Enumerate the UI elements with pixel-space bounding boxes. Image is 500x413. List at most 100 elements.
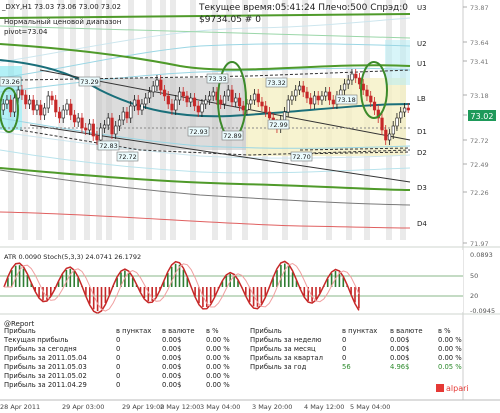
report-cell: 0	[116, 345, 120, 353]
level-label-d3: D3	[417, 184, 427, 192]
report-header-cell: в %	[206, 327, 219, 335]
candle-body	[129, 105, 133, 119]
candle-body	[395, 117, 399, 127]
report-cell: Прибыль за год	[250, 363, 307, 371]
candle-body	[162, 89, 167, 97]
candle-body	[136, 99, 140, 111]
candle-body	[312, 95, 317, 105]
candle-body	[316, 95, 320, 101]
price-mark-label: 73.33	[208, 75, 227, 83]
candle-body	[159, 79, 163, 91]
candle-body	[301, 85, 305, 93]
candle-body	[192, 97, 197, 107]
candle-body	[57, 111, 62, 119]
brand-label: alpari	[446, 384, 469, 393]
stoch-axis-label: 50	[470, 272, 478, 280]
candle-body	[387, 133, 392, 141]
candle-body	[380, 117, 384, 131]
price-mark-label: 72.99	[269, 121, 288, 129]
candle-body	[20, 89, 24, 96]
price-axis-label: 73.18	[470, 92, 489, 100]
candle-body	[327, 91, 332, 101]
candle-body	[196, 105, 200, 113]
candle-body	[69, 103, 73, 116]
candle-body	[46, 95, 50, 109]
candle-body	[331, 99, 335, 105]
report-cell: 0	[342, 345, 346, 353]
pivot-label: pivot=73.04	[4, 28, 48, 36]
price-mark-label: 72.89	[223, 132, 242, 140]
candle-body	[144, 97, 148, 105]
report-cell: 0	[342, 354, 346, 362]
level-label-u1: U1	[417, 60, 427, 68]
report-cell: Прибыль за 2011.05.04	[4, 354, 87, 362]
candle-body	[399, 111, 403, 119]
stoch-label: ATR 0.0090 Stoch(5,3,3) 24.0741 26.1792	[4, 253, 141, 261]
candle-body	[350, 73, 354, 81]
candle-body	[121, 111, 125, 121]
candle-body	[147, 91, 152, 99]
candle-body	[361, 83, 365, 91]
price-mark-label: 72.72	[118, 153, 137, 161]
report-cell: 0.00$	[162, 336, 181, 344]
candle-body	[230, 89, 234, 103]
report-cell: 0	[116, 381, 120, 389]
time-axis-label: 2 May 12:00	[160, 403, 200, 411]
price-mark-label: 73.29	[80, 78, 99, 86]
candle-body	[290, 95, 294, 101]
candle-body	[76, 117, 80, 123]
report-cell: Прибыль за квартал	[250, 354, 323, 362]
report-cell: Прибыль за 2011.04.29	[4, 381, 87, 389]
candle-body	[365, 89, 369, 97]
candle-body	[65, 103, 69, 111]
report-cell: 0.00 %	[438, 345, 462, 353]
candle-body	[256, 93, 260, 103]
candle-body	[110, 117, 114, 135]
price-mark-label: 73.18	[337, 96, 356, 104]
candle-body	[5, 99, 9, 105]
report-cell: Прибыль за сегодня	[4, 345, 77, 353]
candle-body	[72, 114, 77, 123]
candle-body	[200, 103, 204, 113]
candle-body	[102, 124, 107, 129]
time-axis-label: 3 May 20:00	[252, 403, 292, 411]
report-cell: Прибыль за месяц	[250, 345, 316, 353]
report-cell: 0.00$	[390, 354, 409, 362]
report-cell: 0.05 %	[438, 363, 462, 371]
time-label: Текущее время:05:41:24 Плечо:500 Спрэд:0	[198, 3, 408, 13]
level-label-d2: D2	[417, 149, 427, 157]
candle-body	[39, 104, 43, 116]
candle-body	[264, 105, 268, 113]
report-cell: 0.00 %	[206, 381, 230, 389]
candle-body	[189, 97, 193, 103]
candle-body	[1, 103, 5, 111]
stoch-pane[interactable]: ATR 0.0090 Stoch(5,3,3) 24.0741 26.1792 …	[0, 246, 500, 315]
candle-body	[16, 89, 20, 99]
level-label-u3: U3	[417, 4, 427, 12]
report-header-cell: в валюте	[390, 327, 423, 335]
level-label-u2: U2	[417, 40, 427, 48]
balance-label: $9734.05 # 0	[199, 15, 261, 25]
candle-body	[342, 83, 347, 91]
candle-body	[267, 111, 272, 119]
price-mark-label: 73.26	[1, 78, 20, 86]
level-label-d4: D4	[417, 220, 427, 228]
candle-body	[211, 91, 215, 97]
report-cell: 0.00 %	[206, 336, 230, 344]
time-axis-label: 29 Apr 03:00	[62, 403, 104, 411]
candle-body	[207, 95, 212, 101]
candle-body	[35, 104, 39, 111]
candle-body	[99, 127, 103, 141]
candle-body	[9, 99, 13, 113]
candle-body	[91, 123, 95, 137]
candle-body	[260, 101, 264, 107]
candle-body	[181, 91, 185, 97]
candle-body	[61, 109, 65, 119]
trading-chart[interactable]: 73.26 73.29 73.33 73.3273.1872.8372.7272.93…	[0, 0, 500, 413]
time-axis-label: 28 Apr 2011	[0, 403, 40, 411]
report-cell: 0.00 %	[206, 354, 230, 362]
price-axis-label: 73.41	[470, 58, 489, 66]
report-cell: 0.00$	[390, 336, 409, 344]
candle-body	[80, 117, 84, 129]
current-price-label: 73.02	[471, 112, 494, 121]
